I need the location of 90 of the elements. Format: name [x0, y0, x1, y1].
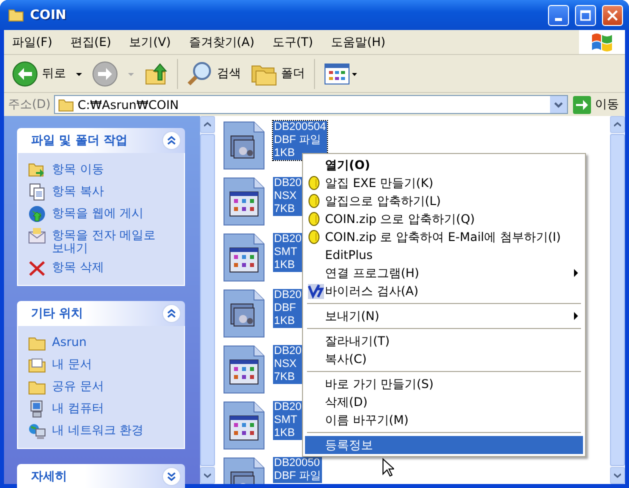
- expand-button[interactable]: [162, 467, 181, 486]
- arrow-down-icon: [614, 473, 621, 478]
- scrollbar-thumb[interactable]: [200, 134, 215, 466]
- menu-item[interactable]: COIN.zip 으로 압축하기(Q): [305, 210, 583, 228]
- coin-icon: [308, 212, 320, 226]
- task-link[interactable]: 내 컴퓨터: [52, 400, 164, 415]
- task-link[interactable]: 항목을 웹에 게시: [52, 205, 164, 220]
- virus-check-icon: [308, 284, 324, 298]
- file-label[interactable]: DB20 NSX 7KB: [273, 177, 303, 216]
- task-link[interactable]: 내 네트워크 환경: [52, 422, 164, 437]
- task-link[interactable]: 내 문서: [52, 356, 164, 371]
- task-link[interactable]: 공유 문서: [52, 378, 164, 393]
- menu-item[interactable]: 알집 EXE 만들기(K): [305, 174, 583, 192]
- views-icon: [324, 62, 358, 86]
- menu-item[interactable]: 파일(F): [4, 34, 62, 50]
- network-computer-icon: [28, 422, 46, 440]
- menu-item[interactable]: 복사(C): [305, 350, 583, 368]
- flag-logo-icon: [590, 32, 614, 52]
- chevron-icon: [167, 309, 176, 318]
- arrow-up-icon: [204, 122, 211, 127]
- close-icon: [607, 10, 618, 20]
- pane-title: 파일 및 폴더 작업: [31, 132, 128, 149]
- arrow-up-icon: [614, 122, 621, 127]
- file-label[interactable]: DB20 SMT 1KB: [273, 401, 303, 440]
- menu-item[interactable]: COIN.zip 로 압축하여 E-Mail에 첨부하기(I): [305, 228, 583, 246]
- file-label[interactable]: DB20 SMT 1KB: [273, 233, 303, 272]
- menu-item[interactable]: 보기(V): [121, 34, 181, 50]
- envelope-icon: [28, 227, 46, 245]
- menu-item[interactable]: 도움말(H): [323, 34, 396, 50]
- submenu-arrow-icon: [574, 312, 579, 320]
- window-title: COIN: [30, 8, 68, 22]
- search-button[interactable]: 검색: [183, 58, 245, 90]
- chevron-icon: [167, 472, 176, 481]
- menu-item[interactable]: 등록정보: [305, 436, 583, 454]
- delete-icon: [28, 259, 46, 277]
- task-link[interactable]: 항목 복사: [52, 183, 164, 198]
- task-link[interactable]: Asrun: [52, 334, 164, 349]
- minimize-icon: [555, 18, 562, 20]
- menu-item[interactable]: 알집으로 압축하기(L): [305, 192, 583, 210]
- coin-icon: [308, 230, 320, 244]
- collapse-button[interactable]: [162, 304, 181, 323]
- menu-item[interactable]: 도구(T): [264, 34, 324, 50]
- menu-item[interactable]: 삭제(D): [305, 393, 583, 411]
- address-label: 주소(D): [8, 96, 51, 113]
- folder-up-icon: [144, 62, 168, 86]
- collapse-button[interactable]: [162, 131, 181, 150]
- menu-item[interactable]: 편집(E): [62, 34, 122, 50]
- file-label[interactable]: DB20 NSX 7KB: [273, 345, 303, 384]
- menu-item[interactable]: 보내기(N): [305, 307, 583, 325]
- coin-icon: [308, 194, 320, 208]
- menu-item[interactable]: 바로 가기 만들기(S): [305, 375, 583, 393]
- maximize-button[interactable]: [575, 4, 596, 26]
- file-label[interactable]: DB20050 DBF 파일: [273, 457, 322, 483]
- chevron-icon: [167, 136, 176, 145]
- search-icon: [187, 60, 213, 86]
- maximize-icon: [580, 10, 591, 20]
- documents-icon: [28, 183, 46, 201]
- pane-title: 자세히: [31, 468, 67, 485]
- menu-item[interactable]: 연결 프로그램(H): [305, 264, 583, 282]
- minimize-button[interactable]: [548, 4, 569, 26]
- pane-title: 기타 위치: [31, 305, 84, 322]
- address-field[interactable]: C:₩Asrun₩COIN: [54, 95, 568, 114]
- documents-folder-icon: [28, 356, 46, 374]
- folder-icon: [8, 8, 24, 22]
- task-link[interactable]: 항목 삭제: [52, 259, 164, 274]
- folder-arrow-icon: [28, 161, 46, 179]
- menu-item[interactable]: 즐겨찾기(A): [180, 34, 264, 50]
- folder-icon: [58, 98, 74, 112]
- scroll-up-button[interactable]: [200, 116, 215, 133]
- scrollbar-thumb[interactable]: [610, 134, 625, 466]
- arrow-right-icon: [573, 96, 591, 114]
- close-button[interactable]: [602, 4, 623, 26]
- globe-icon: [28, 205, 46, 223]
- folders-button[interactable]: 폴더: [247, 58, 309, 90]
- menu-item[interactable]: 이름 바꾸기(M): [305, 411, 583, 429]
- arrow-down-icon: [204, 473, 211, 478]
- back-button[interactable]: 뒤로: [8, 58, 70, 90]
- scroll-up-button[interactable]: [610, 116, 625, 133]
- task-link[interactable]: 항목 이동: [52, 161, 164, 176]
- file-label[interactable]: DB20 DBF 1KB: [273, 289, 303, 328]
- menu-item[interactable]: 잘라내기(T): [305, 332, 583, 350]
- menu-item[interactable]: EditPlus: [305, 246, 583, 264]
- submenu-arrow-icon: [574, 269, 579, 277]
- scroll-down-button[interactable]: [610, 467, 625, 484]
- go-button[interactable]: 이동: [571, 96, 621, 114]
- menu-item[interactable]: 바이러스 검사(A): [305, 282, 583, 300]
- file-label[interactable]: DB200504 DBF 파일 1KB: [273, 121, 327, 160]
- task-link[interactable]: 항목을 전자 메일로 보내기: [52, 227, 164, 255]
- coin-icon: [308, 176, 320, 190]
- scroll-down-button[interactable]: [200, 467, 215, 484]
